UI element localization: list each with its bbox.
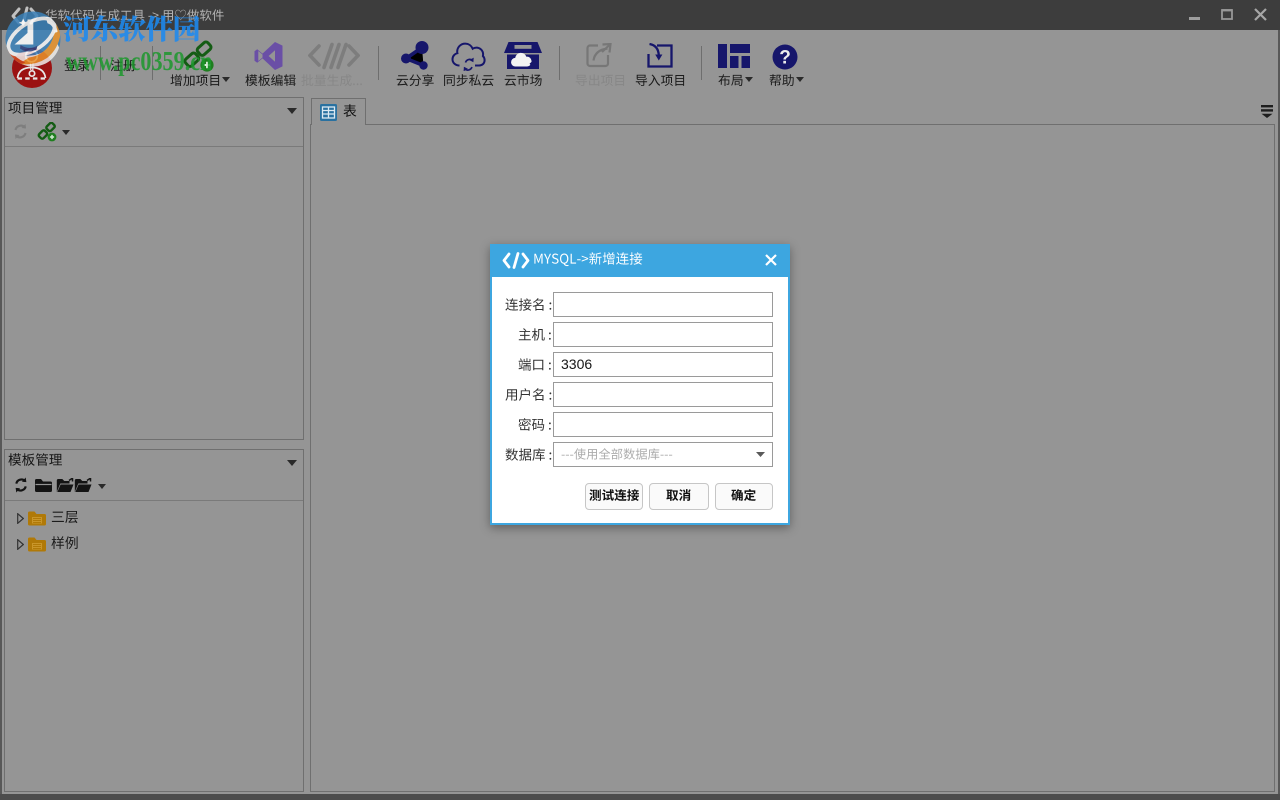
svg-text:?: ? (779, 48, 791, 69)
